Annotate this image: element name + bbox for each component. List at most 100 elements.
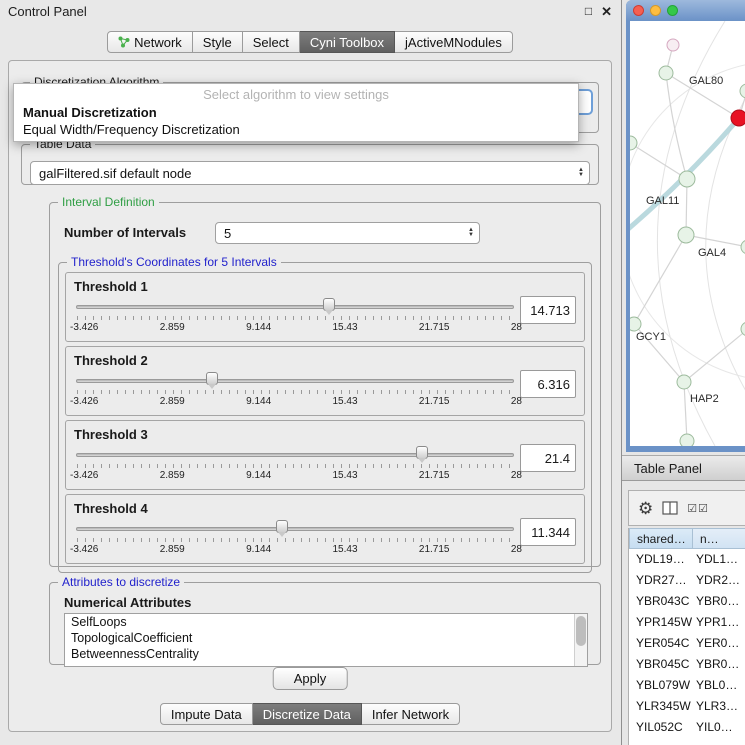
network-node-label[interactable]: GAL11 — [646, 195, 679, 207]
tab-label: Network — [134, 35, 182, 50]
gear-icon[interactable]: ⚙ — [638, 500, 653, 517]
list-item[interactable]: BetweennessCentrality — [65, 646, 587, 662]
threshold-value-field[interactable]: 11.344 — [520, 518, 576, 546]
slider-track[interactable] — [76, 379, 514, 383]
network-node[interactable] — [678, 227, 694, 243]
network-node-label[interactable]: GCY1 — [636, 331, 666, 343]
algorithm-item-equal-width[interactable]: Equal Width/Frequency Discretization — [14, 121, 578, 138]
tab-network[interactable]: Network — [107, 31, 193, 53]
table-row[interactable]: YBR045CYBR0… — [629, 654, 745, 675]
threshold-value-field[interactable]: 6.316 — [520, 370, 576, 398]
network-node-label[interactable]: GAL4 — [698, 247, 726, 259]
tab-select[interactable]: Select — [243, 31, 300, 53]
zoom-traffic-light[interactable] — [667, 5, 678, 16]
table-cell[interactable]: YBR0… — [693, 654, 745, 675]
list-scrollbar[interactable] — [574, 614, 587, 666]
list-item[interactable]: TopologicalCoefficient — [65, 630, 587, 646]
slider-thumb[interactable] — [206, 372, 218, 385]
threshold-value-field[interactable]: 21.4 — [520, 444, 576, 472]
network-node[interactable] — [667, 39, 679, 51]
number-of-intervals-combo[interactable]: 5 ▲▼ — [215, 222, 480, 244]
list-item[interactable]: SelfLoops — [65, 614, 587, 630]
threshold-slider[interactable]: -3.426 2.859 9.144 15.43 21.715 28 — [76, 518, 514, 560]
table-cell[interactable]: YDR27… — [629, 570, 693, 591]
network-node[interactable] — [740, 84, 745, 98]
slider-thumb[interactable] — [276, 520, 288, 533]
list-scrollbar-thumb[interactable] — [576, 616, 586, 646]
tab-infer-network[interactable]: Infer Network — [362, 703, 460, 725]
column-header-shared-name[interactable]: shared… — [629, 528, 693, 549]
network-node[interactable] — [680, 434, 694, 446]
slider-thumb[interactable] — [323, 298, 335, 311]
table-row[interactable]: YBL079WYBL0… — [629, 675, 745, 696]
table-cell[interactable]: YPR1… — [693, 612, 745, 633]
network-node-selected[interactable] — [731, 110, 745, 126]
slider-ticks — [77, 316, 513, 320]
network-node[interactable] — [741, 240, 745, 254]
tab-discretize-data[interactable]: Discretize Data — [253, 703, 362, 725]
network-node-label[interactable]: HAP2 — [690, 393, 719, 405]
table-cell[interactable]: YIL052C — [629, 717, 693, 738]
float-window-icon[interactable]: □ — [585, 5, 592, 17]
network-graph[interactable] — [630, 21, 745, 446]
threshold-slider[interactable]: -3.426 2.859 9.144 15.43 21.715 28 — [76, 370, 514, 412]
table-cell[interactable]: YBL079W — [629, 675, 693, 696]
table-cell[interactable]: YDL19… — [629, 549, 693, 570]
tick-label: 2.859 — [160, 470, 185, 481]
numerical-attributes-label: Numerical Attributes — [64, 595, 191, 610]
network-window-titlebar[interactable] — [626, 0, 745, 21]
threshold-value-field[interactable]: 14.713 — [520, 296, 576, 324]
minimize-traffic-light[interactable] — [650, 5, 661, 16]
control-panel-titlebar: Control Panel □ ✕ — [0, 0, 620, 22]
network-canvas[interactable]: GAL80 GAL11 GAL4 GCY1 HAP2 — [630, 21, 745, 446]
table-row[interactable]: YDR27…YDR2… — [629, 570, 745, 591]
table-cell[interactable]: YIL0… — [693, 717, 745, 738]
table-row[interactable]: YPR145WYPR1… — [629, 612, 745, 633]
columns-icon[interactable] — [662, 501, 678, 515]
apply-button[interactable]: Apply — [273, 667, 348, 690]
table-cell[interactable]: YDR2… — [693, 570, 745, 591]
table-cell[interactable]: YBR043C — [629, 591, 693, 612]
table-row[interactable]: YER054CYER0… — [629, 633, 745, 654]
tab-cyni-toolbox[interactable]: Cyni Toolbox — [300, 31, 395, 53]
table-cell[interactable]: YER054C — [629, 633, 693, 654]
table-row[interactable]: YIL052CYIL0… — [629, 717, 745, 738]
slider-track[interactable] — [76, 453, 514, 457]
table-cell[interactable]: YBL0… — [693, 675, 745, 696]
slider-track[interactable] — [76, 527, 514, 531]
threshold-slider[interactable]: -3.426 2.859 9.144 15.43 21.715 28 — [76, 296, 514, 338]
table-cell[interactable]: YDL1… — [693, 549, 745, 570]
threshold-label: Threshold 2 — [74, 351, 576, 368]
network-node[interactable] — [679, 171, 695, 187]
table-row[interactable]: YDL19…YDL1… — [629, 549, 745, 570]
table-cell[interactable]: YLR3… — [693, 696, 745, 717]
column-header-name[interactable]: n… — [693, 528, 745, 549]
close-traffic-light[interactable] — [633, 5, 644, 16]
close-icon[interactable]: ✕ — [601, 5, 612, 18]
slider-thumb[interactable] — [416, 446, 428, 459]
table-cell[interactable]: YER0… — [693, 633, 745, 654]
network-node[interactable] — [630, 317, 641, 331]
table-cell[interactable]: YLR345W — [629, 696, 693, 717]
network-node[interactable] — [659, 66, 673, 80]
table-cell[interactable]: YBR0… — [693, 591, 745, 612]
numerical-attributes-list[interactable]: SelfLoopsTopologicalCoefficientBetweenne… — [64, 613, 588, 667]
network-node[interactable] — [630, 136, 637, 150]
table-data-combo[interactable]: galFiltered.sif default node ▲▼ — [30, 161, 590, 185]
table-cell[interactable]: YPR145W — [629, 612, 693, 633]
algorithm-item-manual[interactable]: Manual Discretization — [14, 104, 578, 121]
network-node[interactable] — [677, 375, 691, 389]
window-title: Control Panel — [8, 4, 87, 19]
tab-style[interactable]: Style — [193, 31, 243, 53]
select-columns-icon[interactable]: ☑☑ — [687, 502, 709, 515]
table-data-group: Table Data galFiltered.sif default node … — [21, 137, 599, 185]
table-row[interactable]: YBR043CYBR0… — [629, 591, 745, 612]
network-node-label[interactable]: GAL80 — [689, 75, 723, 87]
tab-jactivemnodules[interactable]: jActiveMNodules — [395, 31, 513, 53]
tab-impute-data[interactable]: Impute Data — [160, 703, 253, 725]
table-row[interactable]: YLR345WYLR3… — [629, 696, 745, 717]
table-cell[interactable]: YBR045C — [629, 654, 693, 675]
slider-track[interactable] — [76, 305, 514, 309]
threshold-slider[interactable]: -3.426 2.859 9.144 15.43 21.715 28 — [76, 444, 514, 486]
tick-label: 21.715 — [419, 544, 450, 555]
